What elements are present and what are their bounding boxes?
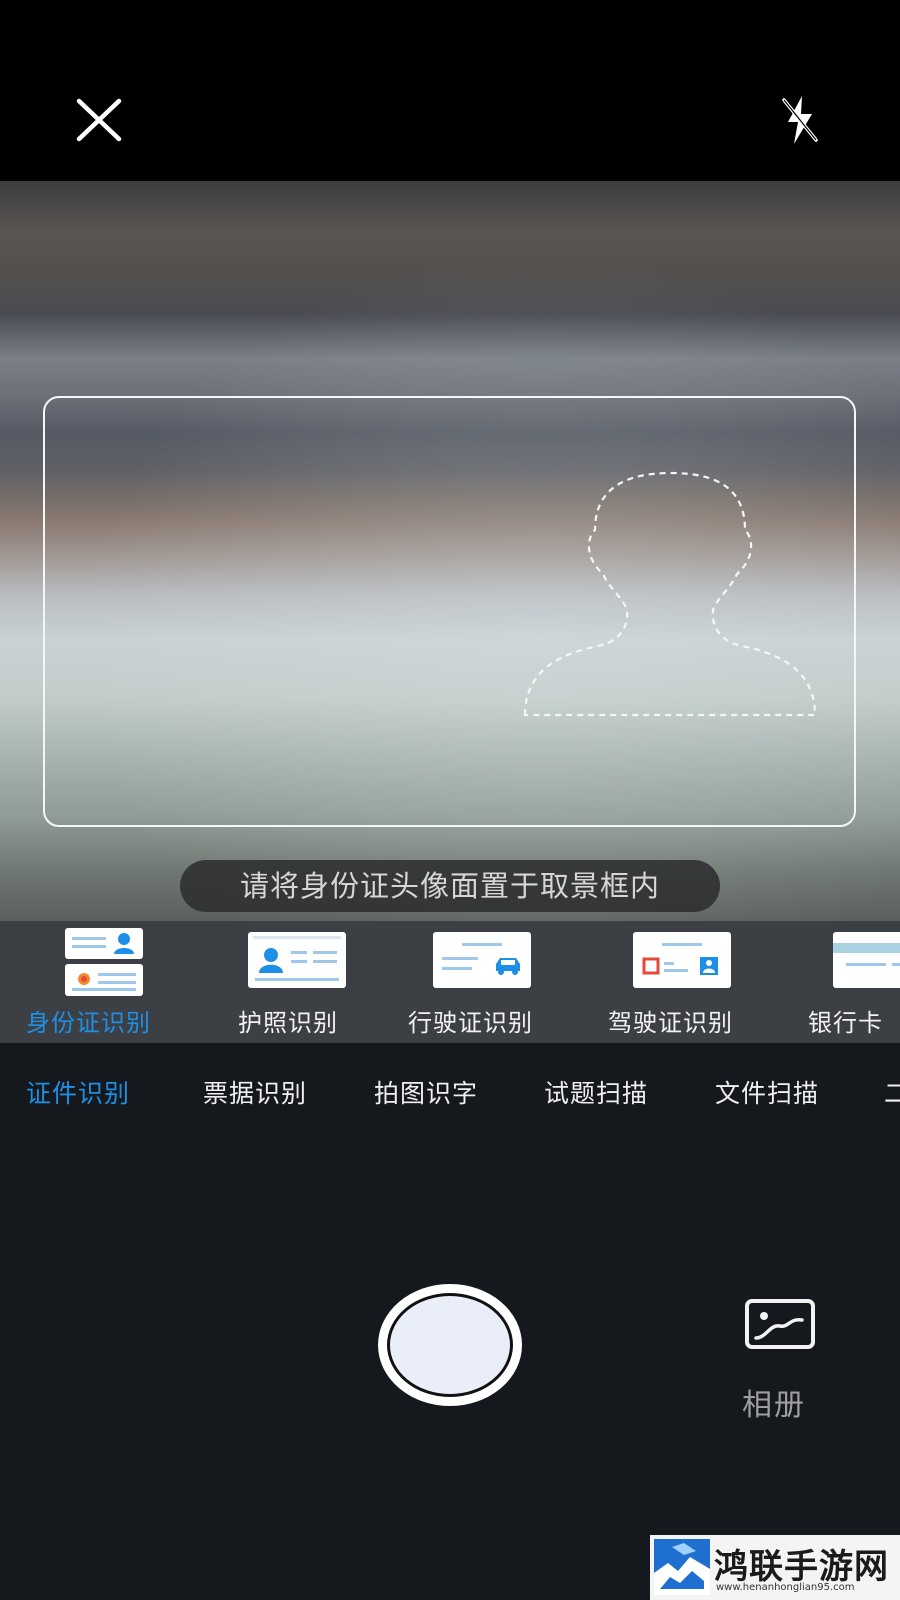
watermark-logo-icon — [654, 1539, 710, 1595]
tab-more[interactable]: 二 — [884, 1074, 900, 1110]
watermark: 鸿联手游网 www.henanhonglian95.com — [650, 1535, 900, 1600]
doc-type-label: 银行卡 — [808, 1009, 883, 1037]
document-type-strip[interactable]: 身份证识别 护照识别 行驶证识别 驾驶证识别 银行卡 — [0, 921, 900, 1043]
tab-photo-text-recognition[interactable]: 拍图识字 — [374, 1074, 478, 1110]
album-icon[interactable] — [744, 1298, 816, 1350]
watermark-url: www.henanhonglian95.com — [716, 1582, 855, 1593]
doc-type-label: 驾驶证识别 — [608, 1009, 733, 1037]
tab-certificate-recognition[interactable]: 证件识别 — [26, 1074, 130, 1110]
watermark-title: 鸿联手游网 — [714, 1547, 889, 1587]
tab-receipt-recognition[interactable]: 票据识别 — [203, 1074, 307, 1110]
passport-icon — [248, 932, 346, 988]
driver-license-icon — [633, 932, 731, 988]
top-bar — [0, 0, 900, 181]
mode-tab-bar: 证件识别 票据识别 拍图识字 试题扫描 文件扫描 二 — [0, 1043, 900, 1139]
doc-type-bank-card[interactable]: 银行卡 — [780, 921, 900, 1043]
portrait-silhouette-icon — [523, 471, 817, 717]
bank-card-icon — [833, 932, 900, 988]
shutter-inner — [387, 1293, 513, 1397]
shutter-button[interactable] — [378, 1284, 522, 1406]
doc-type-label: 身份证识别 — [26, 1009, 151, 1037]
close-icon[interactable] — [76, 98, 122, 142]
flash-off-icon[interactable] — [780, 94, 820, 146]
doc-type-passport[interactable]: 护照识别 — [210, 921, 380, 1043]
doc-type-driver-license[interactable]: 驾驶证识别 — [580, 921, 780, 1043]
hint-text: 请将身份证头像面置于取景框内 — [180, 860, 720, 912]
album-label[interactable]: 相册 — [742, 1380, 806, 1424]
doc-type-label: 护照识别 — [238, 1009, 338, 1037]
id-card-icon — [65, 928, 143, 996]
doc-type-id-card[interactable]: 身份证识别 — [0, 921, 210, 1043]
doc-type-vehicle-license[interactable]: 行驶证识别 — [380, 921, 580, 1043]
tab-document-scan[interactable]: 文件扫描 — [715, 1074, 819, 1110]
doc-type-label: 行驶证识别 — [408, 1009, 533, 1037]
vehicle-license-icon — [433, 932, 531, 988]
tab-question-scan[interactable]: 试题扫描 — [544, 1074, 648, 1110]
